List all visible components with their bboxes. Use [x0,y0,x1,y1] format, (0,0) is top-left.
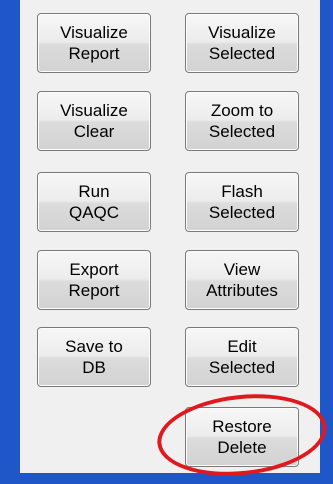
restore-delete-button[interactable]: Restore Delete [185,407,299,467]
button-label-line1: Visualize [60,23,128,42]
button-label-line1: Run [78,182,110,201]
button-label-line1: Flash [221,182,263,201]
button-label-line2: Selected [208,122,276,141]
save-to-db-button[interactable]: Save to DB [37,327,151,387]
flash-selected-button[interactable]: Flash Selected [185,172,299,232]
export-report-button[interactable]: Export Report [37,250,151,310]
visualize-selected-button[interactable]: Visualize Selected [185,13,299,73]
button-label-line2: Selected [208,358,276,377]
button-label-line2: Clear [73,122,115,141]
button-label-line2: Delete [217,438,267,457]
visualize-clear-button[interactable]: Visualize Clear [37,91,151,151]
view-attributes-button[interactable]: View Attributes [185,250,299,310]
button-label-line1: Edit [227,337,257,356]
visualize-report-button[interactable]: Visualize Report [37,13,151,73]
button-label-line2: DB [82,358,106,377]
edit-selected-button[interactable]: Edit Selected [185,327,299,387]
button-label-line1: Visualize [60,101,128,120]
button-label-line1: Export [69,260,119,279]
button-label-line1: Visualize [208,23,276,42]
zoom-to-selected-button[interactable]: Zoom to Selected [185,91,299,151]
button-label-line2: Selected [208,203,276,222]
button-label-line1: View [223,260,261,279]
button-label-line2: QAQC [68,203,120,222]
run-qaqc-button[interactable]: Run QAQC [37,172,151,232]
button-label-line2: Report [68,281,120,300]
button-label-line2: Attributes [206,281,278,300]
button-label-line2: Selected [208,44,276,63]
button-label-line2: Report [68,44,120,63]
button-label-line1: Restore [212,417,272,436]
button-label-line1: Save to [65,337,123,356]
button-label-line1: Zoom to [210,101,274,120]
